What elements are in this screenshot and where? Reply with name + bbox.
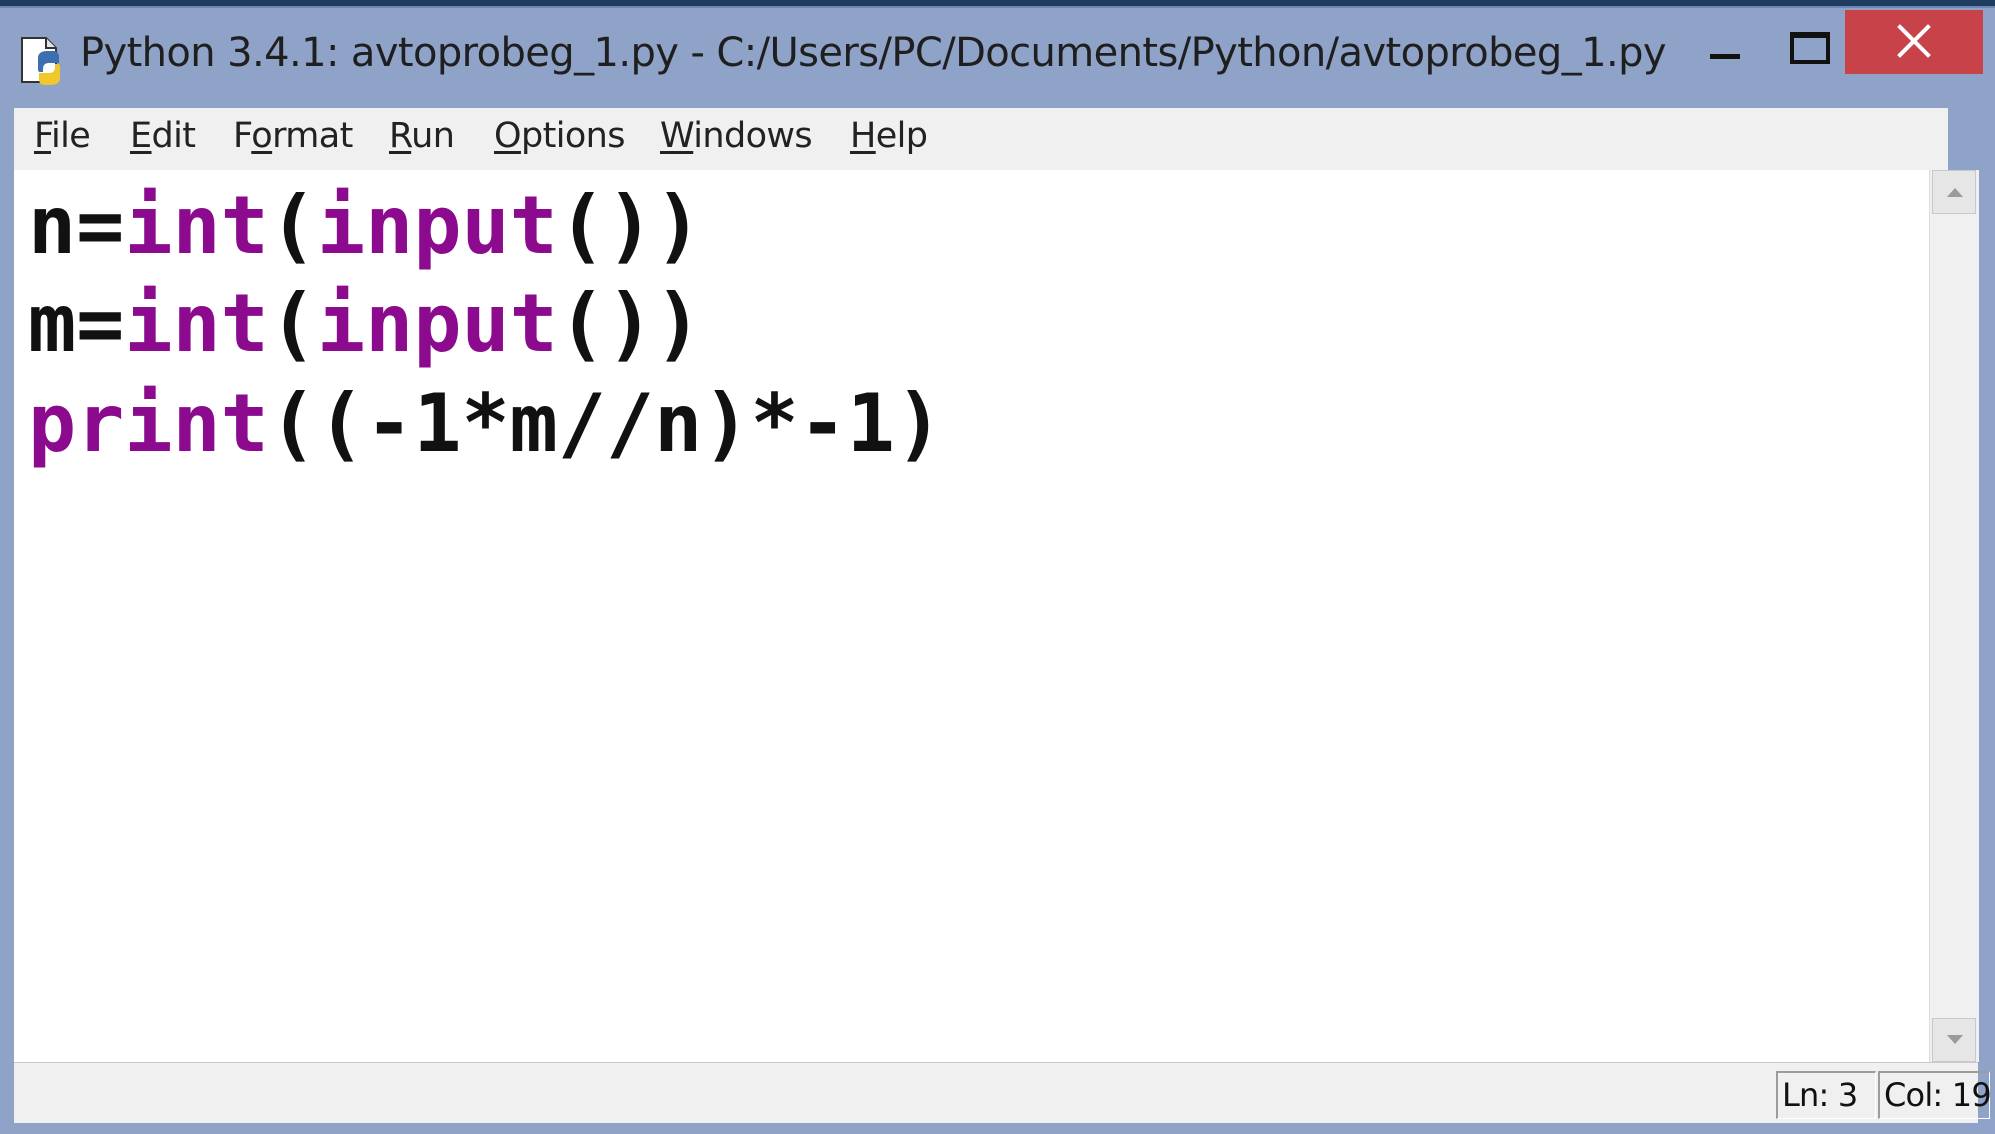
scroll-down-button[interactable] [1932,1018,1976,1062]
menu-file[interactable]: File [34,116,91,156]
scroll-up-button[interactable] [1932,170,1976,214]
arrow-down-icon [1947,1035,1963,1044]
menu-run[interactable]: Run [389,116,455,156]
menu-windows[interactable]: Windows [660,116,813,156]
code-keyword: int [124,277,269,370]
code-text: ( [268,277,317,370]
menu-bar: File Edit Format Run Options Windows Hel… [14,108,1948,171]
menu-options[interactable]: Options [494,116,625,156]
code-text: ()) [557,277,703,370]
code-text: ((-1*m//n)*-1) [268,377,944,470]
arrow-up-icon [1947,188,1963,197]
python-file-icon[interactable] [16,34,68,86]
idle-editor-window: Python 3.4.1: avtoprobeg_1.py - C:/Users… [0,6,1995,1134]
menu-edit[interactable]: Edit [130,116,196,156]
code-editor[interactable]: n=int(input()) m=int(input()) print((-1*… [14,170,1929,1062]
code-line-2[interactable]: m=int(input()) [28,284,702,364]
code-line-3[interactable]: print((-1*m//n)*-1) [28,384,943,464]
menu-format[interactable]: Format [233,116,353,156]
close-button[interactable] [1845,10,1983,74]
window-title: Python 3.4.1: avtoprobeg_1.py - C:/Users… [80,30,1667,76]
column-indicator: Col: 19 [1878,1071,1992,1119]
code-keyword: print [28,377,269,470]
status-bar: Ln: 3 Col: 19 [14,1062,1992,1123]
code-keyword: input [317,277,558,370]
menu-help[interactable]: Help [850,116,928,156]
code-text: m= [28,277,125,370]
code-text: ()) [557,179,703,272]
code-text: ( [268,179,317,272]
code-keyword: int [124,179,269,272]
line-indicator: Ln: 3 [1776,1071,1876,1119]
minimize-button[interactable] [1688,12,1768,74]
code-keyword: input [317,179,558,272]
close-icon [1897,24,1931,58]
code-text: n= [28,179,125,272]
code-line-1[interactable]: n=int(input()) [28,186,702,266]
title-bar[interactable]: Python 3.4.1: avtoprobeg_1.py - C:/Users… [0,8,1995,108]
vertical-scrollbar[interactable] [1929,170,1979,1062]
maximize-button[interactable] [1770,12,1850,74]
